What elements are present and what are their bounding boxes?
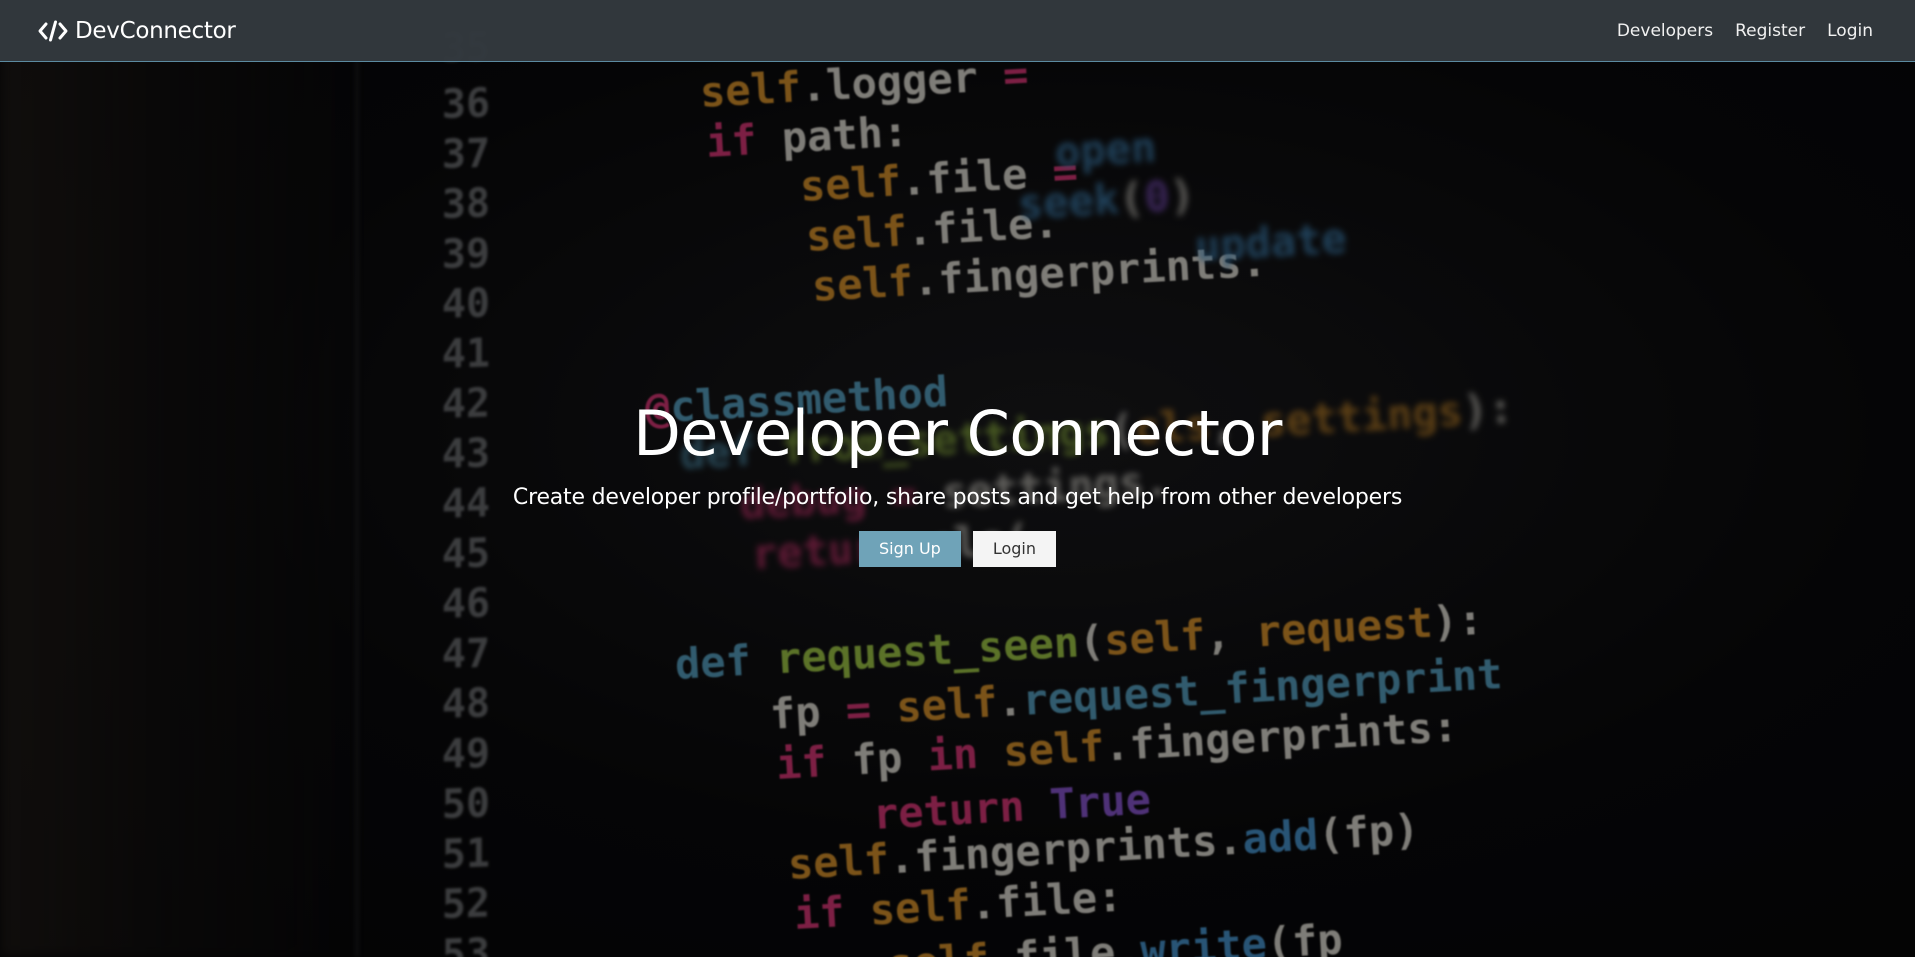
nav-links: Developers Register Login: [1617, 21, 1873, 41]
hero-buttons: Sign Up Login: [0, 531, 1915, 567]
nav-link-login[interactable]: Login: [1827, 21, 1873, 41]
nav-link-register[interactable]: Register: [1735, 21, 1805, 41]
nav-link-developers[interactable]: Developers: [1617, 21, 1713, 41]
brand-logo-link[interactable]: DevConnector: [38, 18, 236, 44]
hero-section: Developer Connector Create developer pro…: [0, 388, 1915, 567]
hero-title: Developer Connector: [633, 397, 1282, 470]
login-button[interactable]: Login: [972, 531, 1057, 567]
code-icon: [38, 20, 68, 42]
sign-up-button[interactable]: Sign Up: [858, 531, 961, 567]
landing-page: 35 36 37 38 39 40 41 42 43 44 45 46 47 4…: [0, 0, 1915, 957]
navbar: DevConnector Developers Register Login: [0, 0, 1915, 62]
brand-label: DevConnector: [75, 17, 236, 44]
hero-lead: Create developer profile/portfolio, shar…: [512, 485, 1403, 510]
